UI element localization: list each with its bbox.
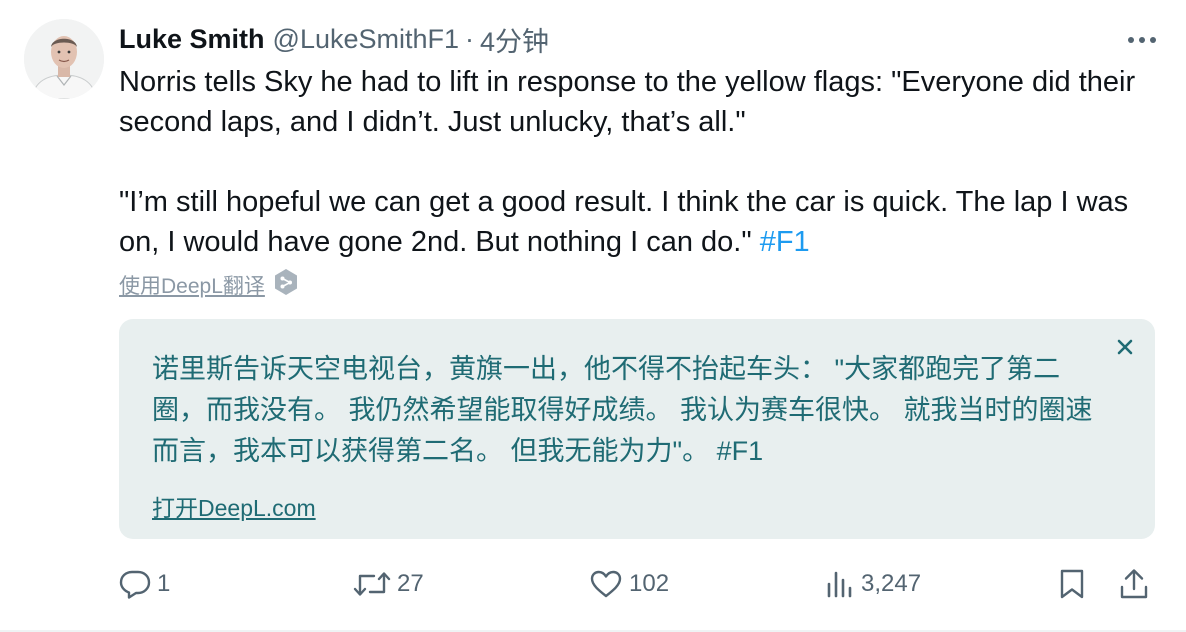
reply-button[interactable]: 1: [119, 562, 170, 606]
retweet-button[interactable]: 27: [353, 562, 424, 606]
tweet-card: Luke Smith @LukeSmithF1 · 4分钟 Norris tel…: [0, 0, 1186, 632]
author-display-name[interactable]: Luke Smith: [119, 24, 265, 55]
tweet-text: Norris tells Sky he had to lift in respo…: [119, 62, 1149, 262]
deepl-icon: [273, 268, 299, 302]
share-icon: [1120, 569, 1148, 599]
tweet-paragraph-2-text: "I’m still hopeful we can get a good res…: [119, 186, 1129, 258]
heart-icon: [590, 570, 622, 598]
retweet-count: 27: [397, 570, 424, 597]
reply-count: 1: [157, 570, 171, 597]
bookmark-button[interactable]: [1057, 562, 1087, 606]
author-handle[interactable]: @LukeSmithF1: [273, 24, 459, 55]
close-translation-button[interactable]: [1111, 333, 1139, 361]
like-button[interactable]: 102: [589, 562, 669, 606]
views-count: 3,247: [861, 570, 922, 597]
tweet-actions-bar: 1 27 102 3,247: [119, 562, 1159, 606]
translation-text: 诺里斯告诉天空电视台，黄旗一出，他不得不抬起车头： "大家都跑完了第二圈，而我没…: [152, 354, 1093, 466]
retweet-icon: [353, 572, 391, 596]
tweet-timestamp[interactable]: 4分钟: [480, 20, 549, 59]
more-options-button[interactable]: [1122, 26, 1162, 54]
tweet-header: Luke Smith @LukeSmithF1 · 4分钟: [119, 20, 549, 59]
views-button[interactable]: 3,247: [825, 562, 921, 606]
reply-icon: [119, 570, 151, 599]
share-button[interactable]: [1119, 562, 1149, 606]
close-icon: [1117, 339, 1133, 355]
tweet-paragraph-2: "I’m still hopeful we can get a good res…: [119, 182, 1149, 262]
open-deepl-link[interactable]: 打开DeepL.com: [152, 489, 316, 523]
header-separator: ·: [465, 23, 475, 54]
deepl-translation-panel: 诺里斯告诉天空电视台，黄旗一出，他不得不抬起车头： "大家都跑完了第二圈，而我没…: [119, 319, 1155, 539]
more-horizontal-icon: [1128, 37, 1156, 43]
like-count: 102: [629, 570, 670, 597]
avatar-photo-icon: [24, 19, 104, 99]
translate-with-deepl-link[interactable]: 使用DeepL翻译: [119, 268, 299, 302]
bookmark-icon: [1060, 569, 1084, 599]
translate-link-label: 使用DeepL翻译: [119, 275, 265, 298]
tweet-paragraph-1: Norris tells Sky he had to lift in respo…: [119, 66, 1136, 138]
views-icon: [827, 571, 852, 598]
hashtag-link[interactable]: #F1: [760, 226, 810, 258]
avatar[interactable]: [24, 19, 104, 99]
